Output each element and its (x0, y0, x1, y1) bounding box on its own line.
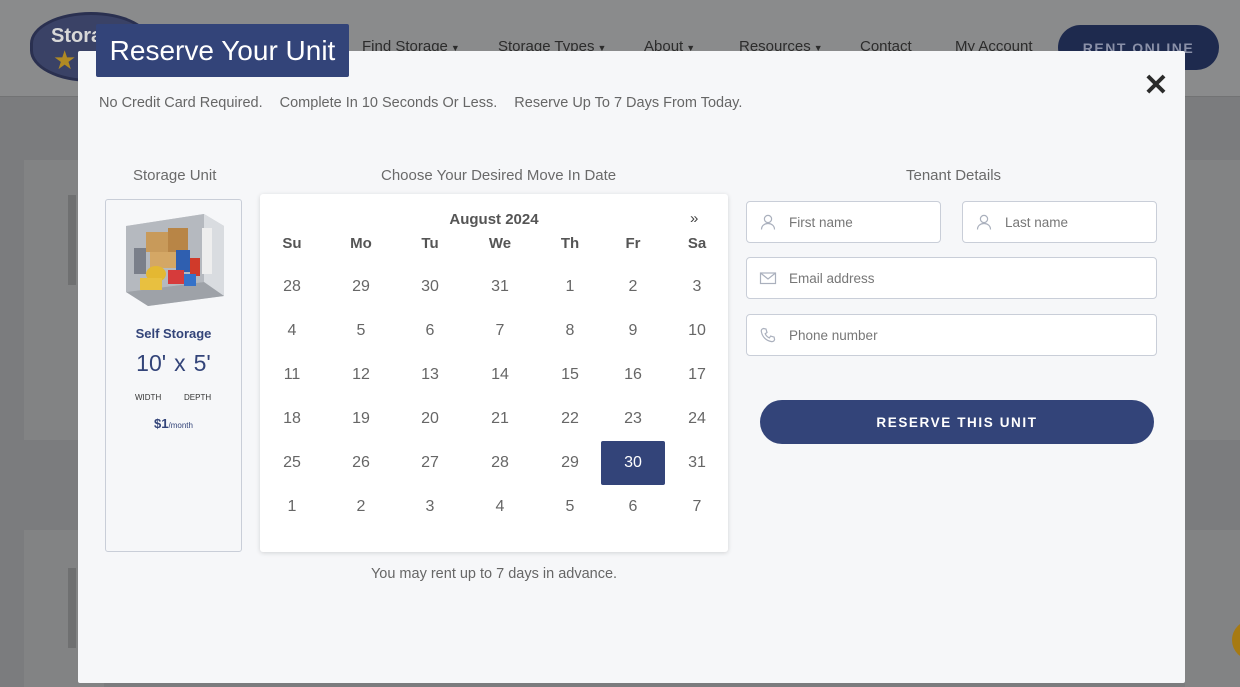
calendar-day[interactable]: 4 (468, 485, 532, 529)
calendar-day[interactable]: 8 (538, 309, 602, 353)
storage-unit-image (126, 214, 224, 306)
price-unit: /month (168, 421, 193, 430)
last-name-field[interactable] (962, 201, 1157, 243)
calendar-day[interactable]: 5 (329, 309, 393, 353)
price-value: $1 (154, 416, 169, 431)
storage-unit-card: Self Storage 10' x 5' WIDTH DEPTH $1/month (105, 199, 242, 552)
calendar-day[interactable]: 6 (398, 309, 462, 353)
storage-unit-heading: Storage Unit (133, 167, 217, 184)
unit-price: $1/month (106, 416, 241, 431)
weekday-header: We (488, 234, 512, 252)
calendar-day[interactable]: 3 (665, 265, 729, 309)
last-name-input[interactable] (1005, 202, 1148, 242)
calendar-day[interactable]: 4 (260, 309, 324, 353)
weekday-header: Th (560, 234, 580, 252)
first-name-input[interactable] (789, 202, 932, 242)
calendar-day[interactable]: 11 (260, 353, 324, 397)
tenant-details-heading: Tenant Details (906, 167, 1002, 184)
width-label: WIDTH (135, 393, 162, 402)
calendar-day[interactable]: 12 (329, 353, 393, 397)
reserve-this-unit-button[interactable]: RESERVE THIS UNIT (760, 400, 1154, 444)
calendar-day[interactable]: 6 (601, 485, 665, 529)
email-input[interactable] (789, 258, 1148, 298)
envelope-icon (759, 272, 777, 285)
subline-seven-days: Reserve Up To 7 Days From Today. (514, 95, 743, 111)
calendar-day[interactable]: 22 (538, 397, 602, 441)
calendar-day-selected[interactable]: 30 (601, 441, 665, 485)
background-shape (68, 195, 76, 285)
weekday-header: Sa (687, 234, 707, 252)
move-in-calendar: August 2024 » Su Mo Tu We Th Fr Sa 28 29 30 31 1 2 3 4… (260, 194, 728, 552)
advance-rental-note: You may rent up to 7 days in advance. (370, 566, 618, 582)
calendar-day[interactable]: 16 (601, 353, 665, 397)
calendar-day[interactable]: 25 (260, 441, 324, 485)
user-icon (976, 214, 992, 230)
calendar-day[interactable]: 13 (398, 353, 462, 397)
calendar-day[interactable]: 19 (329, 397, 393, 441)
unit-width-value: 10' (136, 350, 167, 376)
star-icon: ★ (53, 45, 77, 75)
background-shape (68, 568, 76, 648)
dimension-separator: x (174, 350, 186, 376)
user-icon (760, 214, 776, 230)
calendar-day[interactable]: 23 (601, 397, 665, 441)
calendar-day[interactable]: 3 (398, 485, 462, 529)
calendar-day[interactable]: 10 (665, 309, 729, 353)
calendar-day[interactable]: 24 (665, 397, 729, 441)
calendar-day[interactable]: 26 (329, 441, 393, 485)
modal-subline: No Credit Card Required. Complete In 10 … (99, 95, 755, 111)
calendar-day[interactable]: 15 (538, 353, 602, 397)
calendar-day[interactable]: 1 (538, 265, 602, 309)
calendar-day[interactable]: 28 (260, 265, 324, 309)
calendar-day[interactable]: 1 (260, 485, 324, 529)
calendar-day[interactable]: 30 (398, 265, 462, 309)
background-card (1185, 160, 1240, 440)
calendar-day[interactable]: 28 (468, 441, 532, 485)
unit-dimensions: 10' x 5' (106, 350, 241, 377)
calendar-day[interactable]: 7 (665, 485, 729, 529)
calendar-day[interactable]: 9 (601, 309, 665, 353)
calendar-day[interactable]: 31 (468, 265, 532, 309)
calendar-day[interactable]: 5 (538, 485, 602, 529)
background-card (1185, 530, 1240, 687)
weekday-header: Mo (350, 234, 372, 252)
depth-label: DEPTH (184, 393, 212, 402)
unit-type-label: Self Storage (135, 326, 212, 341)
phone-icon (760, 327, 776, 343)
email-field[interactable] (746, 257, 1157, 299)
phone-input[interactable] (789, 315, 1148, 355)
weekday-header: Su (282, 234, 302, 252)
calendar-day[interactable]: 27 (398, 441, 462, 485)
calendar-day[interactable]: 2 (329, 485, 393, 529)
calendar-day[interactable]: 21 (468, 397, 532, 441)
modal-title: Reserve Your Unit (96, 24, 349, 77)
calendar-day[interactable]: 2 (601, 265, 665, 309)
phone-field[interactable] (746, 314, 1157, 356)
close-icon[interactable]: ✕ (1142, 71, 1170, 101)
subline-ten-seconds: Complete In 10 Seconds Or Less. (279, 95, 498, 111)
weekday-header: Fr (625, 234, 641, 252)
move-in-date-heading: Choose Your Desired Move In Date (381, 167, 617, 184)
unit-depth-value: 5' (193, 350, 211, 376)
calendar-day[interactable]: 29 (538, 441, 602, 485)
subline-no-credit-card: No Credit Card Required. (99, 95, 263, 111)
calendar-day[interactable]: 20 (398, 397, 462, 441)
calendar-day[interactable]: 18 (260, 397, 324, 441)
calendar-day[interactable]: 17 (665, 353, 729, 397)
calendar-day[interactable]: 7 (468, 309, 532, 353)
calendar-day[interactable]: 14 (468, 353, 532, 397)
calendar-day[interactable]: 31 (665, 441, 729, 485)
weekday-header: Tu (421, 234, 439, 252)
first-name-field[interactable] (746, 201, 941, 243)
calendar-day[interactable]: 29 (329, 265, 393, 309)
